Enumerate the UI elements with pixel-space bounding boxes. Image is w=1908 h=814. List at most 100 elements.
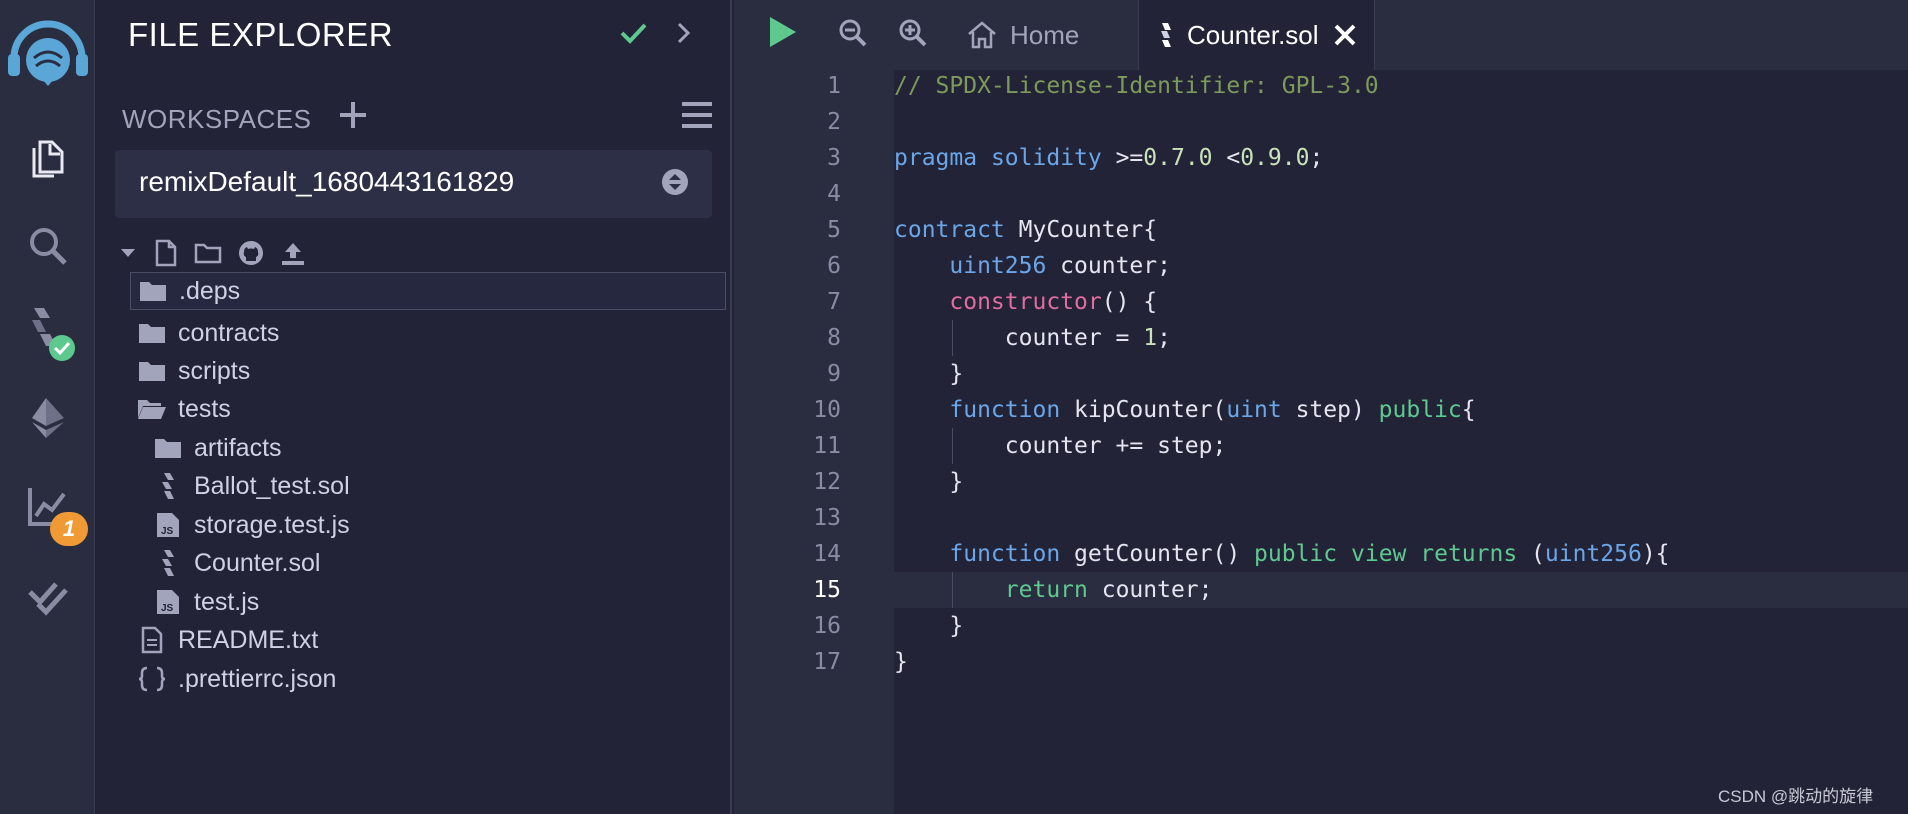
tree-item-scripts[interactable]: scripts bbox=[136, 352, 250, 390]
line-number: 7 bbox=[827, 289, 841, 315]
line-number: 2 bbox=[827, 109, 841, 135]
tests-icon[interactable] bbox=[0, 566, 95, 626]
js-file-icon: JS bbox=[152, 512, 184, 538]
solidity-file-icon bbox=[1157, 22, 1175, 48]
check-icon[interactable] bbox=[618, 18, 648, 53]
tree-item-label: artifacts bbox=[194, 433, 282, 462]
tree-item-contracts[interactable]: contracts bbox=[136, 314, 279, 352]
code-line-17: } bbox=[894, 649, 908, 675]
zoom-in-icon[interactable] bbox=[898, 18, 928, 53]
workspace-menu-icon[interactable] bbox=[680, 100, 714, 135]
code-line-15: return counter; bbox=[1004, 577, 1213, 603]
explorer-toolbar bbox=[118, 238, 322, 268]
folder-icon bbox=[137, 280, 169, 302]
line-number: 1 bbox=[827, 73, 841, 99]
folder-icon bbox=[136, 360, 168, 382]
solidity-file-icon bbox=[152, 549, 184, 577]
code-line-10: function kipCounter(uint step) public{ bbox=[949, 397, 1476, 423]
tree-item-label: contracts bbox=[178, 318, 280, 347]
js-file-icon: JS bbox=[152, 589, 184, 615]
add-workspace-icon[interactable] bbox=[338, 100, 368, 135]
line-number: 3 bbox=[827, 145, 841, 171]
new-folder-icon[interactable] bbox=[194, 241, 222, 265]
line-number: 13 bbox=[813, 505, 841, 531]
solidity-file-icon bbox=[152, 472, 184, 500]
code-line-16: } bbox=[894, 613, 964, 639]
line-number: 11 bbox=[813, 433, 841, 459]
tree-item-storage-test[interactable]: JS storage.test.js bbox=[152, 506, 350, 544]
tree-item-deps[interactable]: .deps bbox=[130, 272, 726, 310]
tree-item-label: test.js bbox=[194, 587, 260, 616]
watermark: CSDN @跳动的旋律 bbox=[1718, 787, 1874, 806]
line-number: 14 bbox=[813, 541, 841, 567]
tree-item-test-js[interactable]: JS test.js bbox=[152, 583, 259, 621]
new-file-icon[interactable] bbox=[154, 239, 178, 267]
panel-title: FILE EXPLORER bbox=[128, 16, 394, 53]
line-number: 5 bbox=[827, 217, 841, 243]
code-line-9: } bbox=[894, 361, 964, 387]
tree-item-label: scripts bbox=[178, 356, 251, 385]
chevron-right-icon[interactable] bbox=[674, 20, 694, 51]
line-number: 9 bbox=[827, 361, 841, 387]
tree-item-label: tests bbox=[178, 394, 231, 423]
editor-tabs-bar: Home Counter.sol bbox=[734, 0, 1908, 70]
folder-icon bbox=[152, 437, 184, 459]
file-explorer-icon[interactable] bbox=[0, 126, 95, 186]
line-number: 10 bbox=[813, 397, 841, 423]
code-line-1: // SPDX-License-Identifier: GPL-3.0 bbox=[894, 73, 1379, 99]
line-number: 17 bbox=[813, 649, 841, 675]
tree-item-counter-sol[interactable]: Counter.sol bbox=[152, 544, 320, 582]
file-explorer-panel: FILE EXPLORER WORKSPACES remixDefault_16… bbox=[96, 0, 732, 814]
line-number: 4 bbox=[827, 181, 841, 207]
select-arrows-icon bbox=[661, 168, 689, 201]
code-line-6: uint256 counter; bbox=[949, 253, 1171, 279]
line-number: 12 bbox=[813, 469, 841, 495]
workspace-select[interactable]: remixDefault_1680443161829 bbox=[115, 150, 712, 218]
tree-item-label: Ballot_test.sol bbox=[194, 471, 350, 500]
upload-icon[interactable] bbox=[280, 240, 306, 266]
line-number: 8 bbox=[827, 325, 841, 351]
line-number: 6 bbox=[827, 253, 841, 279]
remix-ide: 1 FILE EXPLORER WORKSPACES remixDefault_… bbox=[0, 0, 1908, 814]
solidity-compiler-icon[interactable] bbox=[0, 302, 95, 362]
folder-open-icon bbox=[136, 398, 168, 420]
line-number: 16 bbox=[813, 613, 841, 639]
tree-item-label: storage.test.js bbox=[194, 510, 350, 539]
tree-item-ballot-test[interactable]: Ballot_test.sol bbox=[152, 467, 350, 505]
svg-text:JS: JS bbox=[161, 603, 174, 614]
workspace-value: remixDefault_1680443161829 bbox=[139, 166, 515, 197]
code-line-5: contract MyCounter{ bbox=[894, 217, 1158, 243]
notification-badge: 1 bbox=[50, 512, 88, 546]
code-line-11: counter += step; bbox=[894, 433, 1227, 459]
code-line-12: } bbox=[894, 469, 964, 495]
tree-item-label: README.txt bbox=[178, 625, 319, 654]
github-icon[interactable] bbox=[238, 240, 264, 266]
tab-active-label: Counter.sol bbox=[1187, 19, 1319, 50]
tree-item-label: Counter.sol bbox=[194, 548, 321, 577]
workspaces-label: WORKSPACES bbox=[122, 104, 312, 134]
code-line-3: pragma solidity >=0.7.0 <0.9.0; bbox=[894, 145, 1324, 171]
tree-item-readme[interactable]: README.txt bbox=[136, 621, 318, 659]
tab-counter-sol[interactable]: Counter.sol bbox=[1138, 0, 1375, 70]
tree-item-prettierrc[interactable]: .prettierrc.json bbox=[136, 660, 336, 698]
close-icon[interactable] bbox=[1333, 23, 1357, 47]
line-number-current: 15 bbox=[813, 577, 841, 603]
icon-panel: 1 bbox=[0, 0, 95, 814]
search-icon[interactable] bbox=[0, 216, 95, 276]
run-icon[interactable] bbox=[766, 14, 800, 55]
deploy-run-icon[interactable] bbox=[0, 388, 95, 448]
code-line-8: counter = 1; bbox=[894, 325, 1171, 351]
tree-item-tests[interactable]: tests bbox=[136, 390, 231, 428]
tree-item-artifacts[interactable]: artifacts bbox=[152, 429, 282, 467]
folder-icon bbox=[136, 322, 168, 344]
tree-item-label: .deps bbox=[179, 276, 241, 305]
collapse-caret-icon[interactable] bbox=[118, 243, 138, 263]
text-file-icon bbox=[136, 626, 168, 654]
code-line-14: function getCounter() public view return… bbox=[949, 541, 1670, 567]
tab-home-label: Home bbox=[1010, 19, 1080, 50]
tree-item-label: .prettierrc.json bbox=[178, 664, 337, 693]
zoom-out-icon[interactable] bbox=[838, 18, 868, 53]
code-line-7: constructor() { bbox=[949, 289, 1158, 315]
remix-logo-icon[interactable] bbox=[0, 14, 95, 90]
tab-home[interactable]: Home bbox=[966, 0, 1079, 70]
